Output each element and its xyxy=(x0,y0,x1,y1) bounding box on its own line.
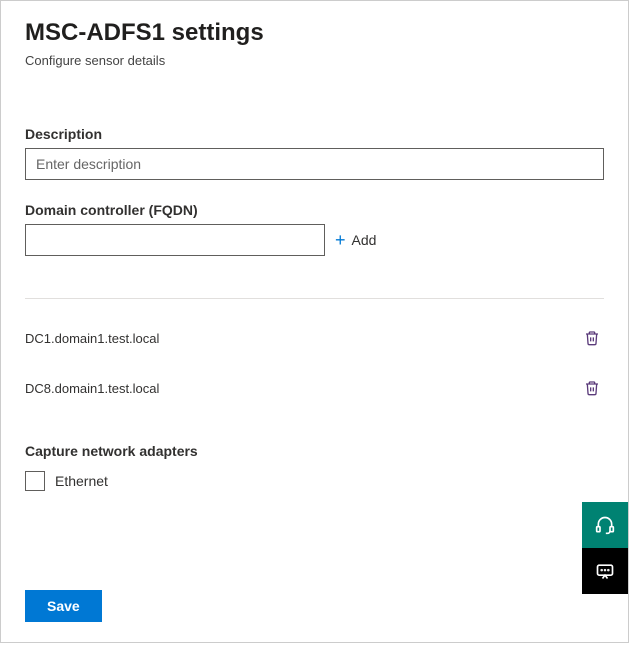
adapters-label: Capture network adapters xyxy=(25,443,604,459)
divider xyxy=(25,298,604,299)
ethernet-checkbox[interactable] xyxy=(25,471,45,491)
save-button[interactable]: Save xyxy=(25,590,102,622)
fqdn-input[interactable] xyxy=(25,224,325,256)
delete-button[interactable] xyxy=(580,376,604,400)
chat-icon xyxy=(595,561,615,581)
headset-icon xyxy=(595,515,615,535)
ethernet-label: Ethernet xyxy=(55,473,108,489)
dc-name: DC1.domain1.test.local xyxy=(25,331,159,346)
plus-icon: + xyxy=(335,231,346,249)
add-button[interactable]: + Add xyxy=(335,231,376,249)
trash-icon xyxy=(584,330,600,346)
description-input[interactable] xyxy=(25,148,604,180)
trash-icon xyxy=(584,380,600,396)
dc-name: DC8.domain1.test.local xyxy=(25,381,159,396)
feedback-button[interactable] xyxy=(582,548,628,594)
add-button-label: Add xyxy=(352,232,377,248)
adapter-option: Ethernet xyxy=(25,471,604,491)
settings-panel: MSC-ADFS1 settings Configure sensor deta… xyxy=(0,0,629,643)
fqdn-label: Domain controller (FQDN) xyxy=(25,202,604,218)
page-subtitle: Configure sensor details xyxy=(25,53,604,68)
delete-button[interactable] xyxy=(580,326,604,350)
dc-list: DC1.domain1.test.local DC8.domain1.test.… xyxy=(25,313,604,413)
support-button[interactable] xyxy=(582,502,628,548)
page-title: MSC-ADFS1 settings xyxy=(25,19,604,47)
floating-widgets xyxy=(582,502,628,594)
list-item: DC1.domain1.test.local xyxy=(25,313,604,363)
description-label: Description xyxy=(25,126,604,142)
list-item: DC8.domain1.test.local xyxy=(25,363,604,413)
